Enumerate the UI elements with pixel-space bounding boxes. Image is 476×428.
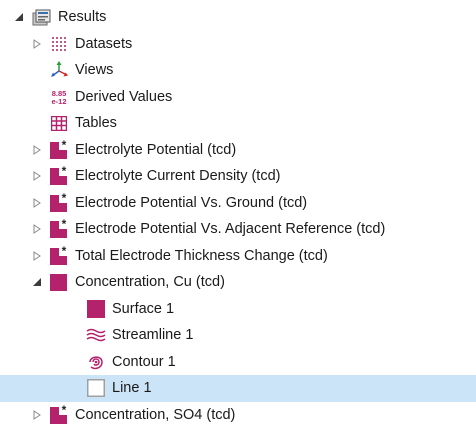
collapsed-arrow-icon[interactable]: [30, 143, 44, 157]
tree-node-surface-1[interactable]: Surface 1: [0, 296, 476, 323]
datasets-grid-icon: [49, 34, 69, 54]
tree-node-label: Electrode Potential Vs. Adjacent Referen…: [75, 219, 385, 239]
plot-group-icon: *: [49, 166, 69, 186]
tree-node-label: Views: [75, 60, 113, 80]
results-folder-icon: [32, 7, 52, 27]
tree-node-tables[interactable]: Tables: [0, 110, 476, 137]
collapsed-arrow-icon[interactable]: [30, 249, 44, 263]
tree-node-electrode-potential-vs-adjacent-reference[interactable]: * Electrode Potential Vs. Adjacent Refer…: [0, 216, 476, 243]
tree-node-total-electrode-thickness-change[interactable]: * Total Electrode Thickness Change (tcd): [0, 243, 476, 270]
tree-node-concentration-cu[interactable]: Concentration, Cu (tcd): [0, 269, 476, 296]
tree-node-label: Derived Values: [75, 87, 172, 107]
tree-node-datasets[interactable]: Datasets: [0, 31, 476, 58]
plot-group-icon: *: [49, 219, 69, 239]
tree-node-streamline-1[interactable]: Streamline 1: [0, 322, 476, 349]
derived-values-icon-bottom: e-12: [51, 97, 66, 106]
streamline-icon: [86, 325, 106, 345]
svg-text:*: *: [62, 219, 67, 231]
collapsed-arrow-icon[interactable]: [30, 37, 44, 51]
tree-node-concentration-so4[interactable]: * Concentration, SO4 (tcd): [0, 402, 476, 428]
tree-node-electrolyte-current-density[interactable]: * Electrolyte Current Density (tcd): [0, 163, 476, 190]
expanded-arrow-icon[interactable]: [30, 275, 44, 289]
expanded-arrow-icon[interactable]: [12, 10, 26, 24]
tree-node-electrolyte-potential[interactable]: * Electrolyte Potential (tcd): [0, 137, 476, 164]
plot-group-icon: *: [49, 405, 69, 425]
svg-text:*: *: [62, 193, 67, 205]
table-icon: [49, 113, 69, 133]
tree-node-label: Concentration, SO4 (tcd): [75, 405, 235, 425]
collapsed-arrow-icon[interactable]: [30, 222, 44, 236]
tree-node-label: Streamline 1: [112, 325, 193, 345]
tree-node-label: Electrolyte Current Density (tcd): [75, 166, 280, 186]
tree-node-label: Surface 1: [112, 299, 174, 319]
tree-node-label: Electrolyte Potential (tcd): [75, 140, 236, 160]
tree-node-label: Line 1: [112, 378, 152, 398]
collapsed-arrow-icon[interactable]: [30, 169, 44, 183]
derived-values-icon: 8.85 e-12: [49, 87, 69, 107]
tree-node-views[interactable]: Views: [0, 57, 476, 84]
tree-node-results[interactable]: Results: [0, 4, 476, 31]
tree-node-label: Datasets: [75, 34, 132, 54]
results-tree: Results Datasets: [0, 0, 476, 427]
contour-icon: [86, 352, 106, 372]
tree-node-contour-1[interactable]: Contour 1: [0, 349, 476, 376]
collapsed-arrow-icon[interactable]: [30, 196, 44, 210]
views-axes-icon: [49, 60, 69, 80]
svg-text:*: *: [62, 405, 67, 417]
plot-group-icon: *: [49, 246, 69, 266]
plot-group-icon: *: [49, 193, 69, 213]
line-icon: [86, 378, 106, 398]
collapsed-arrow-icon[interactable]: [30, 408, 44, 422]
tree-node-label: Electrode Potential Vs. Ground (tcd): [75, 193, 307, 213]
surface-icon: [86, 299, 106, 319]
tree-node-label: Total Electrode Thickness Change (tcd): [75, 246, 328, 266]
tree-node-label: Tables: [75, 113, 117, 133]
plot-group-icon-plain: [49, 272, 69, 292]
tree-node-electrode-potential-vs-ground[interactable]: * Electrode Potential Vs. Ground (tcd): [0, 190, 476, 217]
svg-text:*: *: [62, 166, 67, 178]
tree-node-label: Contour 1: [112, 352, 176, 372]
tree-node-label: Results: [58, 7, 106, 27]
tree-node-derived-values[interactable]: 8.85 e-12 Derived Values: [0, 84, 476, 111]
svg-text:*: *: [62, 246, 67, 258]
tree-node-line-1[interactable]: Line 1: [0, 375, 476, 402]
svg-text:*: *: [62, 140, 67, 152]
tree-node-label: Concentration, Cu (tcd): [75, 272, 225, 292]
plot-group-icon: *: [49, 140, 69, 160]
